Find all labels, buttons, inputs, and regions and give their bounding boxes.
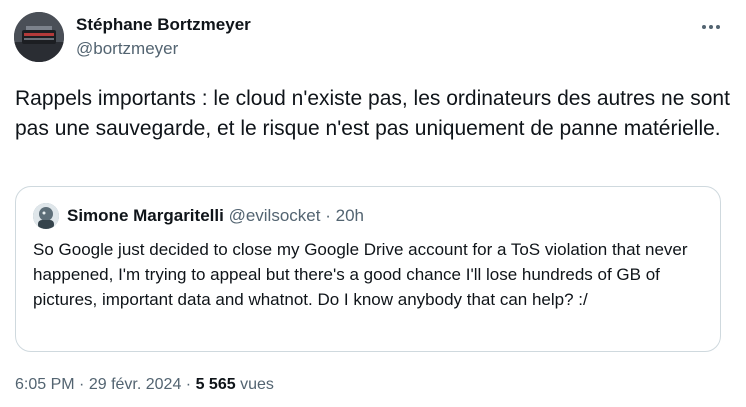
author-avatar[interactable] (14, 12, 64, 62)
tweet-date: 29 févr. 2024 (88, 376, 182, 393)
tweet: Stéphane Bortzmeyer @bortzmeyer Rappels … (0, 0, 746, 407)
views-count: 5 565 (195, 376, 236, 393)
quote-text: So Google just decided to close my Googl… (33, 240, 688, 309)
quote-header: Simone Margaritelli @evilsocket · 20h (67, 205, 364, 227)
more-horizontal-icon (702, 25, 706, 29)
tweet-time-link[interactable]: 6:05 PM · 29 févr. 2024 (15, 376, 181, 393)
more-dot (716, 25, 720, 29)
quote-time: 20h (335, 206, 364, 225)
quote-author-handle: @evilsocket (228, 206, 321, 225)
quote-author-name: Simone Margaritelli (67, 206, 224, 225)
footer-separator: · (79, 376, 85, 393)
more-options-button[interactable] (696, 14, 726, 40)
footer-separator-2: · (185, 376, 192, 393)
author-handle[interactable]: @bortzmeyer (76, 38, 178, 60)
quote-separator: · (325, 206, 331, 225)
quote-author-avatar (33, 203, 59, 229)
tweet-text: Rappels importants : le cloud n'existe p… (15, 87, 730, 140)
views-label: vues (240, 376, 274, 393)
author-name[interactable]: Stéphane Bortzmeyer (76, 14, 251, 36)
tweet-time: 6:05 PM (15, 376, 75, 393)
more-dot (709, 25, 713, 29)
tweet-footer: 6:05 PM · 29 févr. 2024 · 5 565 vues (15, 374, 274, 396)
quoted-tweet-card[interactable]: Simone Margaritelli @evilsocket · 20h So… (15, 186, 721, 352)
